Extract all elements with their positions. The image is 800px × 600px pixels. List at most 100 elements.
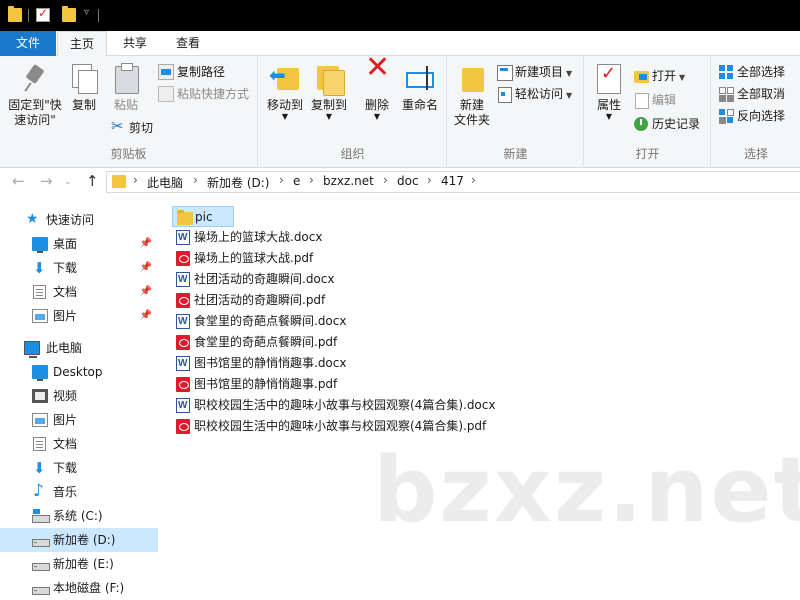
list-item-file[interactable]: 图书馆里的静悄悄趣事.pdf xyxy=(172,374,343,395)
new-folder-quick-icon[interactable] xyxy=(62,6,76,22)
this-pc-icon xyxy=(24,341,40,358)
file-list: pic 操场上的篮球大战.docx 操场上的篮球大战.pdf 社团活动的奇趣瞬间… xyxy=(172,206,800,600)
paste-button[interactable]: 粘贴 xyxy=(108,62,144,113)
easy-access-label: 轻松访问 xyxy=(515,87,564,101)
nav-pc-documents[interactable]: 文档 xyxy=(0,432,158,456)
breadcrumb-separator-icon[interactable]: › xyxy=(383,173,388,187)
properties-quick-icon[interactable] xyxy=(36,6,50,22)
list-item-file[interactable]: 操场上的篮球大战.pdf xyxy=(172,248,319,269)
list-item-file[interactable]: 社团活动的奇趣瞬间.pdf xyxy=(172,290,331,311)
tab-share[interactable]: 共享 xyxy=(110,31,160,56)
nav-qa-downloads[interactable]: 下载 📌 xyxy=(0,256,158,280)
nav-item-label: 下载 xyxy=(53,261,78,275)
open-label: 打开 xyxy=(652,69,677,83)
new-item-label: 新建项目 xyxy=(515,65,564,79)
select-none-button[interactable]: 全部取消 xyxy=(718,84,785,104)
copy-to-button[interactable]: 复制到 ▼ xyxy=(307,62,351,121)
new-folder-label: 新建 文件夹 xyxy=(453,98,490,127)
breadcrumb-separator-icon[interactable]: › xyxy=(471,173,476,187)
invert-selection-button[interactable]: 反向选择 xyxy=(718,106,785,126)
new-item-button[interactable]: 新建项目 ▼ xyxy=(496,62,572,82)
history-button[interactable]: 历史记录 xyxy=(633,114,700,134)
nav-pc-drive-f[interactable]: 本地磁盘 (F:) xyxy=(0,576,158,600)
tab-home[interactable]: 主页 xyxy=(57,31,107,57)
list-item-file[interactable]: 食堂里的奇葩点餐瞬间.docx xyxy=(172,311,352,332)
chevron-down-icon[interactable]: ▿ xyxy=(84,7,89,18)
file-name: 图书馆里的静悄悄趣事.pdf xyxy=(194,377,338,391)
easy-access-button[interactable]: 轻松访问 ▼ xyxy=(496,84,572,104)
nav-this-pc[interactable]: 此电脑 xyxy=(0,336,158,360)
drive-icon xyxy=(32,581,50,595)
edit-button[interactable]: 编辑 xyxy=(633,90,676,110)
nav-pc-music[interactable]: 音乐 xyxy=(0,479,158,504)
file-name: 社团活动的奇趣瞬间.pdf xyxy=(194,293,326,307)
back-arrow-icon[interactable]: ← xyxy=(12,172,25,190)
pin-label: 固定到"快 速访问" xyxy=(8,98,62,127)
recent-locations-chevron-icon[interactable]: ⌄ xyxy=(64,177,72,187)
list-item-folder[interactable]: pic xyxy=(172,206,234,227)
nav-pc-drive-d[interactable]: 新加卷 (D:) xyxy=(0,528,158,552)
list-item-file[interactable]: 职校校园生活中的趣味小故事与校园观察(4篇合集).pdf xyxy=(172,416,492,437)
nav-pc-pictures[interactable]: 图片 xyxy=(0,408,158,432)
breadcrumb-separator-icon[interactable]: › xyxy=(133,173,138,187)
nav-qa-documents[interactable]: 文档 📌 xyxy=(0,280,158,304)
nav-pc-desktop[interactable]: Desktop xyxy=(0,360,158,384)
ribbon: 固定到"快 速访问" 复制 粘贴 复制路径 粘贴快捷方式 剪切 剪贴板 移动到 … xyxy=(0,56,800,168)
tab-view[interactable]: 查看 xyxy=(163,31,213,56)
breadcrumb-bzxz[interactable]: bzxz.net xyxy=(323,174,374,188)
copy-to-icon xyxy=(313,62,345,96)
move-to-icon xyxy=(269,62,301,94)
forward-arrow-icon[interactable]: → xyxy=(40,172,53,190)
move-to-label: 移动到 xyxy=(266,98,303,112)
list-item-file[interactable]: 操场上的篮球大战.docx xyxy=(172,227,328,248)
address-bar[interactable]: › 此电脑 › 新加卷 (D:) › e › bzxz.net › doc › … xyxy=(106,171,800,193)
pin-quick-access-button[interactable]: 固定到"快 速访问" xyxy=(4,62,66,128)
up-arrow-icon[interactable]: ↑ xyxy=(86,172,99,190)
organize-group: 移动到 ▼ 复制到 ▼ 删除 ▼ 重命名 组织 xyxy=(259,56,447,168)
breadcrumb-e[interactable]: e xyxy=(293,174,300,188)
music-icon xyxy=(32,479,48,503)
nav-qa-desktop[interactable]: 桌面 📌 xyxy=(0,232,158,256)
breadcrumb-this-pc[interactable]: 此电脑 xyxy=(147,174,183,191)
chevron-down-icon: ▼ xyxy=(679,73,686,82)
nav-pc-drive-c[interactable]: 系统 (C:) xyxy=(0,504,158,528)
list-item-file[interactable]: 社团活动的奇趣瞬间.docx xyxy=(172,269,340,290)
open-button[interactable]: 打开 ▼ xyxy=(633,66,685,86)
breadcrumb-separator-icon[interactable]: › xyxy=(427,173,432,187)
delete-button[interactable]: 删除 ▼ xyxy=(357,60,397,121)
list-item-file[interactable]: 图书馆里的静悄悄趣事.docx xyxy=(172,353,352,374)
breadcrumb-separator-icon[interactable]: › xyxy=(309,173,314,187)
rename-button[interactable]: 重命名 xyxy=(397,62,443,113)
breadcrumb-doc[interactable]: doc xyxy=(397,174,419,188)
nav-qa-pictures[interactable]: 图片 📌 xyxy=(0,304,158,328)
nav-pc-downloads[interactable]: 下载 xyxy=(0,456,158,480)
chevron-down-icon: ▼ xyxy=(566,91,573,100)
invert-selection-icon xyxy=(718,108,734,124)
breadcrumb-separator-icon[interactable]: › xyxy=(193,173,198,187)
properties-button[interactable]: 属性 ▼ xyxy=(589,62,629,121)
list-item-file[interactable]: 食堂里的奇葩点餐瞬间.pdf xyxy=(172,332,343,353)
copy-path-button[interactable]: 复制路径 xyxy=(158,62,225,82)
breadcrumb-separator-icon[interactable]: › xyxy=(279,173,284,187)
nav-quick-access[interactable]: 快速访问 xyxy=(0,207,158,232)
cut-button[interactable]: 剪切 xyxy=(110,116,153,138)
paste-shortcut-button[interactable]: 粘贴快捷方式 xyxy=(158,84,249,104)
pinned-icon: 📌 xyxy=(139,238,152,249)
nav-pc-drive-e[interactable]: 新加卷 (E:) xyxy=(0,552,158,576)
nav-pc-videos[interactable]: 视频 xyxy=(0,384,158,408)
breadcrumb-417[interactable]: 417 xyxy=(441,174,464,188)
list-item-file[interactable]: 职校校园生活中的趣味小故事与校园观察(4篇合集).docx xyxy=(172,395,501,416)
file-name: 社团活动的奇趣瞬间.docx xyxy=(194,272,335,286)
select-all-button[interactable]: 全部选择 xyxy=(718,62,785,82)
copy-label: 复制 xyxy=(71,98,96,112)
new-folder-button[interactable]: 新建 文件夹 xyxy=(452,62,492,128)
chevron-down-icon: ▼ xyxy=(281,112,289,121)
word-document-icon xyxy=(176,269,190,290)
move-to-button[interactable]: 移动到 ▼ xyxy=(263,62,307,121)
copy-button[interactable]: 复制 xyxy=(66,62,102,113)
select-group: 全部选择 全部取消 反向选择 选择 xyxy=(712,56,800,168)
breadcrumb-drive-d[interactable]: 新加卷 (D:) xyxy=(207,174,269,191)
pdf-icon xyxy=(176,419,190,434)
tab-file[interactable]: 文件 xyxy=(0,31,56,56)
nav-item-label: 图片 xyxy=(53,413,78,427)
